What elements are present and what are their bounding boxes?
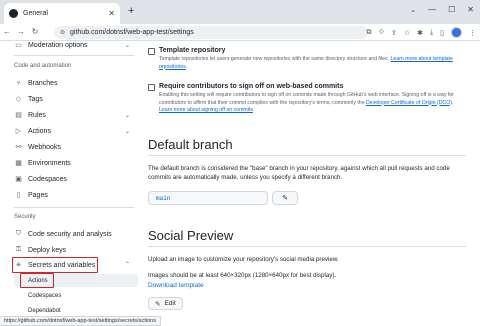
browser-tab[interactable]: General ✕ [4,3,120,24]
sidebar-item-label: Environments [28,159,71,167]
chevron-down-icon[interactable]: ⌄ [125,112,130,119]
sidebar-subitem-label: Codespaces [28,293,62,299]
template-repository-desc-text: Template repositories let users generate… [159,56,390,62]
maximize-icon[interactable]: ☐ [448,5,455,14]
sidebar-item-deploy-keys[interactable]: ⚿ Deploy keys [14,243,66,257]
highlight-box-secrets [12,257,98,273]
social-preview-size-hint: Images should be at least 640×320px (128… [148,272,337,279]
window-controls: ⌄ — ☐ ✕ [410,5,474,14]
signoff-learn-more-link[interactable]: Learn more about signing off on commits [159,107,253,113]
default-branch-field: main [148,191,268,205]
toolbar-actions: ⧉ ⟐ ⇪ ☆ ✱ ⤓ ▯ ⋮ [366,25,476,40]
sidebar-item-rules[interactable]: ▤ Rules [14,108,46,122]
server-icon: ▦ [15,160,22,167]
comment-icon: ▭ [15,42,22,49]
sidebar-item-label: Code security and analysis [28,230,112,238]
cast-icon[interactable]: ⧉ [366,29,371,37]
browser-tab-strip: General ✕ + ⌄ — ☐ ✕ [0,0,480,24]
template-repository-checkbox[interactable] [148,48,155,55]
sidebar-item-label: Branches [28,79,58,87]
sidepanel-icon[interactable]: ▯ [440,29,444,37]
sidebar-item-label: Pages [28,191,48,199]
section-divider [148,155,466,156]
sidebar-divider [14,207,134,208]
link-status-bar: https://github.com/dotnsf/web-app-test/s… [0,316,161,326]
share-icon[interactable]: ⇪ [391,29,397,37]
translate-icon[interactable]: ⟐ [378,29,384,37]
menu-icon[interactable]: ⋮ [469,29,476,37]
sidebar-item-label: Tags [28,95,43,103]
chevron-down-icon[interactable]: ⌄ [125,42,130,49]
section-divider [148,246,466,247]
minimize-icon[interactable]: — [428,5,436,14]
sidebar-heading-code-automation: Code and automation [14,63,72,69]
edit-branch-button[interactable]: ✎ [272,191,298,205]
social-preview-heading: Social Preview [148,228,234,243]
sidebar-item-label: Deploy keys [28,246,67,254]
sidebar-item-codespaces[interactable]: ▣ Codespaces [14,172,67,186]
template-repository-title: Template repository [159,47,226,54]
bookmark-icon[interactable]: ☆ [404,29,410,37]
sidebar-item-branches[interactable]: ⑂ Branches [14,76,58,90]
sidebar-item-label: Moderation options [28,41,88,49]
chevron-up-icon[interactable]: ⌃ [125,261,130,268]
tab-close-icon[interactable]: ✕ [108,9,115,18]
default-branch-description: The default branch is considered the "ba… [148,165,450,181]
default-branch-heading: Default branch [148,137,233,152]
signoff-description: Enabling this setting will require contr… [159,92,454,113]
tab-title: General [23,10,48,17]
pencil-icon: ✎ [155,300,161,308]
rules-icon: ▤ [15,112,22,119]
address-text: github.com/dotnsf/web-app-test/settings [70,29,194,36]
close-window-icon[interactable]: ✕ [467,5,474,14]
shield-icon: ⛉ [15,230,22,237]
codespaces-icon: ▣ [15,176,22,183]
signoff-checkbox[interactable] [148,84,155,91]
download-template-link[interactable]: Download template [148,282,204,289]
sidebar-subitem-label: Dependabot [28,308,61,314]
sidebar-item-label: Rules [28,111,46,119]
dco-link[interactable]: Developer Certificate of Origin (DCO) [366,100,452,106]
settings-sidebar: ▭ Moderation options ⌄ Code and automati… [0,41,140,316]
settings-main: Template repository Template repositorie… [148,41,480,316]
sidebar-item-actions[interactable]: ▷ Actions [14,124,51,138]
chevron-down-icon[interactable]: ⌄ [125,128,130,135]
profile-avatar[interactable] [451,27,462,38]
sidebar-item-webhooks[interactable]: ⚯ Webhooks [14,140,61,154]
download-icon[interactable]: ⤓ [430,29,433,37]
pencil-icon: ✎ [282,195,288,202]
sidebar-subitem-codespaces[interactable]: Codespaces [28,290,61,302]
github-favicon-icon [9,9,18,18]
highlight-box-actions [20,273,54,288]
back-icon[interactable]: ← [0,24,14,40]
branch-icon: ⑂ [16,79,21,87]
page-icon: ▯ [16,192,21,199]
play-icon: ▷ [15,128,22,135]
template-repository-description: Template repositories let users generate… [159,56,453,70]
site-info-icon[interactable]: ⊜ [60,29,65,36]
sidebar-item-code-security[interactable]: ⛉ Code security and analysis [14,227,112,241]
sidebar-divider [14,55,134,56]
new-tab-button[interactable]: + [128,5,134,17]
sidebar-item-tags[interactable]: ◇ Tags [14,92,43,106]
edit-label: Edit [164,300,176,307]
webhook-icon: ⚯ [15,144,22,151]
sidebar-item-label: Webhooks [28,143,61,151]
sidebar-item-label: Codespaces [28,175,67,183]
extension-icon[interactable]: ✱ [417,29,423,37]
signoff-title: Require contributors to sign off on web-… [159,83,344,90]
address-bar[interactable]: ⊜ github.com/dotnsf/web-app-test/setting… [54,26,368,39]
key-icon: ⚿ [15,246,22,253]
tab-search-icon[interactable]: ⌄ [410,6,416,14]
sidebar-item-pages[interactable]: ▯ Pages [14,188,48,202]
social-preview-edit-button[interactable]: ✎ Edit [148,297,183,310]
sidebar-item-label: Actions [28,127,51,135]
social-preview-description: Upload an image to customize your reposi… [148,256,339,263]
sidebar-item-environments[interactable]: ▦ Environments [14,156,71,170]
sidebar-item-moderation-options[interactable]: ▭ Moderation options [14,38,88,52]
sidebar-heading-security: Security [14,214,36,220]
tag-icon: ◇ [15,96,22,103]
